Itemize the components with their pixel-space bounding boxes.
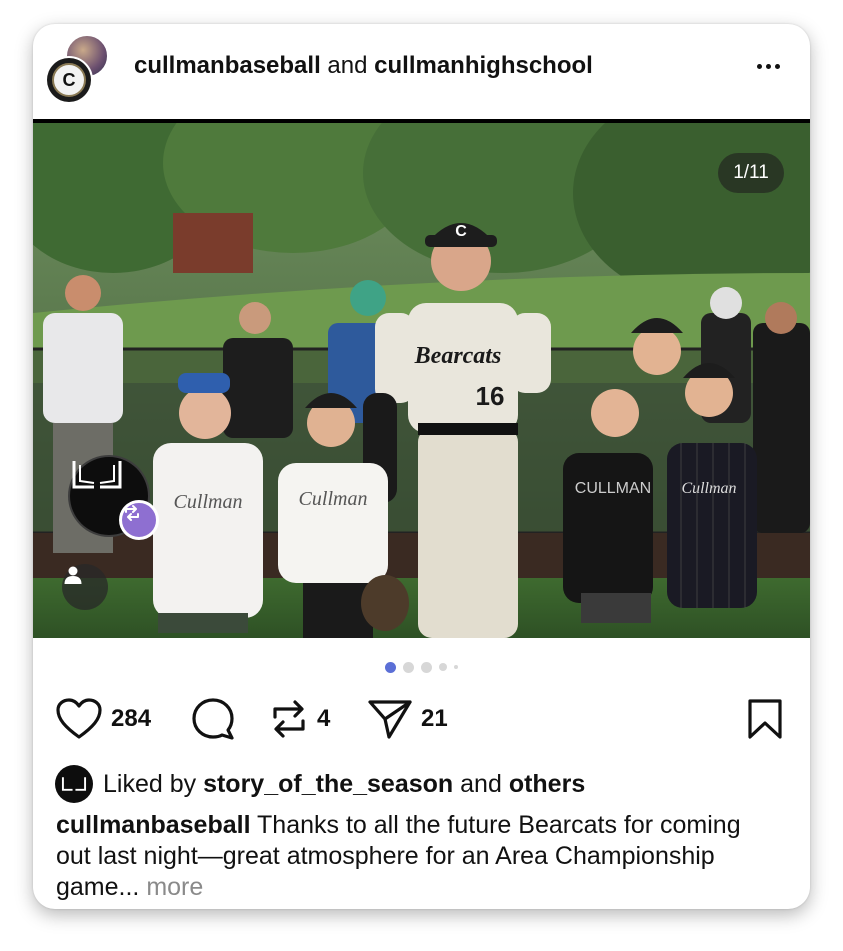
liked-by-user[interactable]: story_of_the_season	[203, 770, 453, 799]
post-authors: cullmanbaseball and cullmanhighschool	[134, 52, 593, 80]
book-logo-icon	[72, 461, 122, 489]
team-photo: C Bearcats 16 Cullman Cullman CULLMAN Cu…	[33, 123, 810, 638]
svg-text:C: C	[455, 223, 467, 240]
more-options-button[interactable]	[747, 50, 789, 82]
tagged-users-button[interactable]	[62, 564, 108, 610]
svg-text:Cullman: Cullman	[681, 480, 736, 497]
like-count: 284	[111, 705, 152, 732]
post-media[interactable]: C Bearcats 16 Cullman Cullman CULLMAN Cu…	[33, 119, 810, 638]
like-button[interactable]: 284	[55, 694, 151, 744]
post-header: C cullmanbaseball and cullmanhighschool	[33, 24, 810, 120]
book-logo-icon	[61, 777, 87, 791]
comment-button[interactable]	[190, 694, 236, 744]
send-icon	[368, 700, 412, 739]
coauthor-username[interactable]: cullmanhighschool	[374, 52, 593, 79]
bookmark-icon	[748, 699, 782, 739]
caption-author[interactable]: cullmanbaseball	[56, 811, 251, 839]
share-button[interactable]: 21	[367, 694, 448, 744]
author-avatars[interactable]: C	[45, 34, 115, 104]
liker-avatar[interactable]	[55, 765, 93, 803]
post-caption: cullmanbaseball Thanks to all the future…	[56, 810, 776, 903]
author-avatar[interactable]: C	[45, 56, 93, 104]
liked-by-row[interactable]: Liked by story_of_the_season and others	[55, 764, 585, 804]
carousel-dot	[421, 661, 432, 673]
person-icon	[64, 566, 82, 584]
ellipsis-horizontal-icon	[756, 63, 762, 69]
authors-joiner: and	[327, 52, 368, 79]
heart-icon	[56, 698, 102, 739]
caption-more-link[interactable]: more	[146, 873, 203, 901]
liked-by-others[interactable]: others	[509, 770, 585, 799]
slide-counter: 1/11	[718, 153, 784, 193]
repost-icon	[273, 700, 305, 738]
repost-button[interactable]: 4	[269, 694, 330, 744]
post-card: C cullmanbaseball and cullmanhighschool	[33, 24, 810, 909]
liked-by-joiner: and	[460, 769, 502, 798]
save-button[interactable]	[746, 694, 784, 744]
svg-text:16: 16	[476, 381, 505, 411]
comment-icon	[192, 698, 234, 740]
avatar-logo: C	[52, 63, 86, 97]
svg-text:Cullman: Cullman	[174, 491, 243, 513]
share-count: 21	[421, 705, 448, 732]
action-bar: 284 4 21	[33, 694, 810, 744]
repost-badge	[119, 500, 159, 540]
svg-text:Cullman: Cullman	[299, 488, 368, 510]
author-username[interactable]: cullmanbaseball	[134, 52, 321, 79]
carousel-indicator	[33, 661, 810, 673]
carousel-dot	[454, 665, 458, 669]
repost-count: 4	[317, 705, 331, 732]
liked-by-prefix: Liked by	[103, 769, 197, 798]
svg-text:CULLMAN: CULLMAN	[575, 480, 651, 497]
carousel-dot	[439, 663, 447, 671]
carousel-dot-active	[385, 661, 396, 673]
repost-icon	[125, 505, 139, 521]
carousel-dot	[403, 661, 414, 673]
svg-text:Bearcats: Bearcats	[414, 343, 502, 369]
